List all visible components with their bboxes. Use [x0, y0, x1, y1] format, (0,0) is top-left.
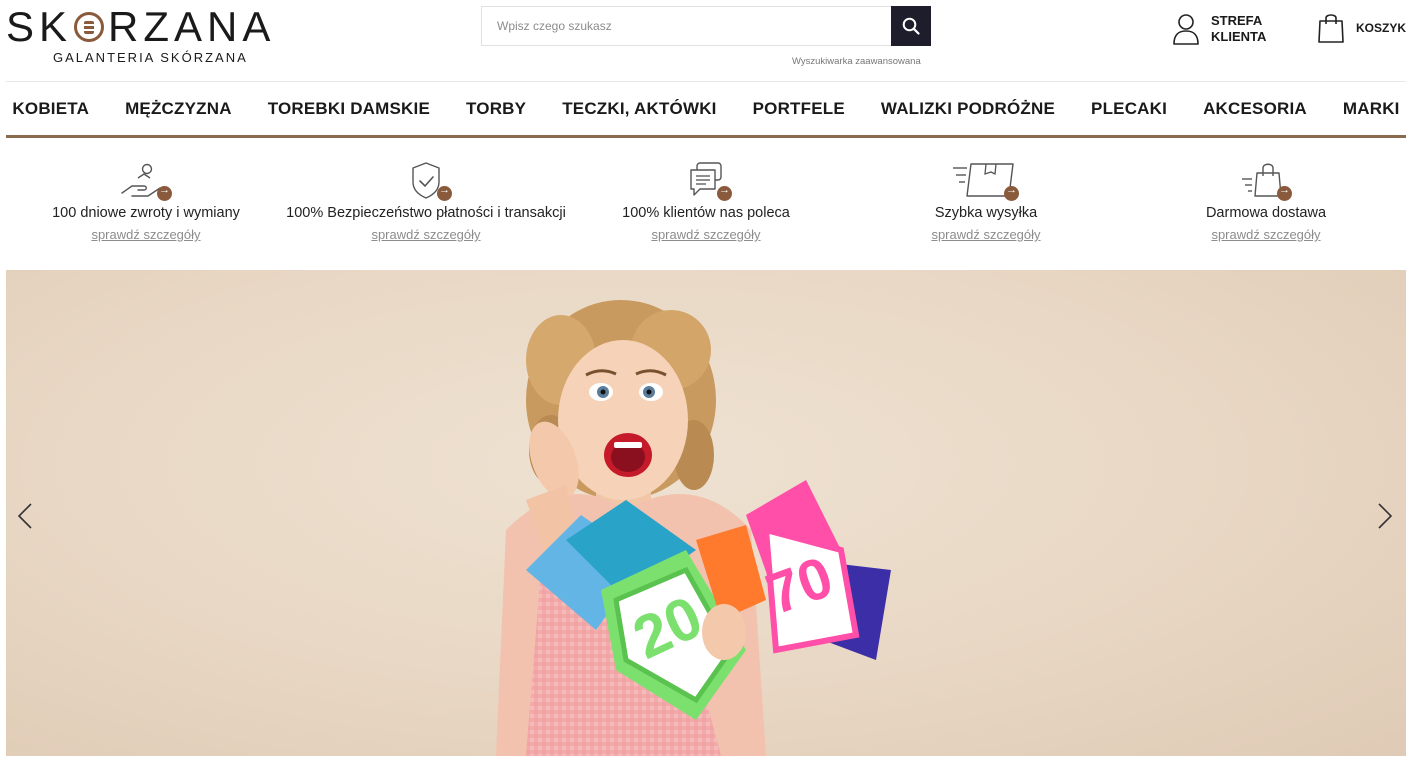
nav-item-walizki-podrozne[interactable]: WALIZKI PODRÓŻNE	[881, 99, 1055, 118]
feature-recommend: 100% klientów nas poleca sprawdź szczegó…	[566, 160, 846, 242]
arrow-right-badge-icon	[1277, 184, 1292, 201]
cart-label: KOSZYK	[1356, 21, 1407, 35]
arrow-right-badge-icon	[717, 184, 732, 201]
nav-item-akcesoria[interactable]: AKCESORIA	[1203, 99, 1307, 118]
arrow-right-badge-icon	[1004, 184, 1019, 201]
cart-link[interactable]: KOSZYK	[1317, 12, 1406, 44]
advanced-search-link[interactable]: Wyszukiwarka zaawansowana	[792, 56, 921, 67]
chevron-left-icon	[18, 503, 32, 529]
logo-wordmark: SK RZANA	[6, 4, 275, 50]
feature-title: 100% Bezpieczeństwo płatności i transakc…	[286, 205, 566, 221]
hero-image: 20 70	[496, 300, 891, 756]
nav-item-torebki-damskie[interactable]: TOREBKI DAMSKIE	[268, 99, 430, 118]
logo-text-left: SK	[6, 3, 73, 50]
nav-item-portfele[interactable]: PORTFELE	[753, 99, 845, 118]
account-label-line1: STREFA	[1211, 13, 1263, 28]
feature-free-delivery: Darmowa dostawa sprawdź szczegóły	[1126, 160, 1406, 242]
account-label-line2: KLIENTA	[1211, 29, 1267, 44]
chevron-right-icon	[1378, 503, 1392, 529]
slider-next-button[interactable]	[1370, 495, 1400, 535]
feature-details-link[interactable]: sprawdź szczegóły	[846, 227, 1126, 242]
feature-title: 100 dniowe zwroty i wymiany	[52, 205, 240, 221]
brand-logo[interactable]: SK RZANA GALANTERIA SKÓRZANA	[6, 4, 296, 66]
hero-slider: 20 70	[6, 270, 1406, 756]
feature-details-link[interactable]: sprawdź szczegóły	[1126, 227, 1406, 242]
search-icon	[902, 17, 920, 35]
logo-o-mark-icon	[74, 12, 105, 42]
feature-title: 100% klientów nas poleca	[622, 205, 790, 221]
nav-item-plecaki[interactable]: PLECAKI	[1091, 99, 1167, 118]
arrow-right-badge-icon	[157, 184, 172, 201]
account-link[interactable]: STREFA KLIENTA	[1171, 12, 1271, 46]
search-box	[481, 6, 931, 46]
nav-item-marki[interactable]: MARKI	[1343, 99, 1400, 118]
feature-details-link[interactable]: sprawdź szczegóły	[6, 227, 286, 242]
main-navigation: KOBIETA MĘŻCZYZNA TOREBKI DAMSKIE TORBY …	[6, 82, 1406, 138]
feature-details-link[interactable]: sprawdź szczegóły	[566, 227, 846, 242]
nav-item-torby[interactable]: TORBY	[466, 99, 526, 118]
search-input[interactable]	[482, 7, 892, 45]
feature-title: Szybka wysyłka	[934, 205, 1038, 221]
site-header: SK RZANA GALANTERIA SKÓRZANA Wyszukiwark…	[0, 0, 1411, 82]
slider-prev-button[interactable]	[10, 495, 40, 535]
feature-title: Darmowa dostawa	[1205, 205, 1327, 221]
arrow-right-badge-icon	[437, 184, 452, 201]
feature-returns: 100 dniowe zwroty i wymiany sprawdź szcz…	[6, 160, 286, 242]
features-bar: 100 dniowe zwroty i wymiany sprawdź szcz…	[6, 140, 1406, 270]
user-icon	[1173, 14, 1199, 45]
feature-fast-shipping: Szybka wysyłka sprawdź szczegóły	[846, 160, 1126, 242]
account-label: STREFA KLIENTA	[1211, 13, 1271, 45]
nav-item-teczki-aktowki[interactable]: TECZKI, AKTÓWKI	[562, 99, 716, 118]
logo-subtitle: GALANTERIA SKÓRZANA	[53, 50, 248, 65]
nav-item-kobieta[interactable]: KOBIETA	[12, 99, 89, 118]
nav-item-mezczyzna[interactable]: MĘŻCZYZNA	[125, 99, 232, 118]
search-button[interactable]	[891, 6, 931, 46]
feature-details-link[interactable]: sprawdź szczegóły	[286, 227, 566, 242]
feature-payment-security: 100% Bezpieczeństwo płatności i transakc…	[286, 160, 566, 242]
logo-text-right: RZANA	[108, 3, 276, 50]
shopping-bag-icon	[1318, 14, 1344, 43]
